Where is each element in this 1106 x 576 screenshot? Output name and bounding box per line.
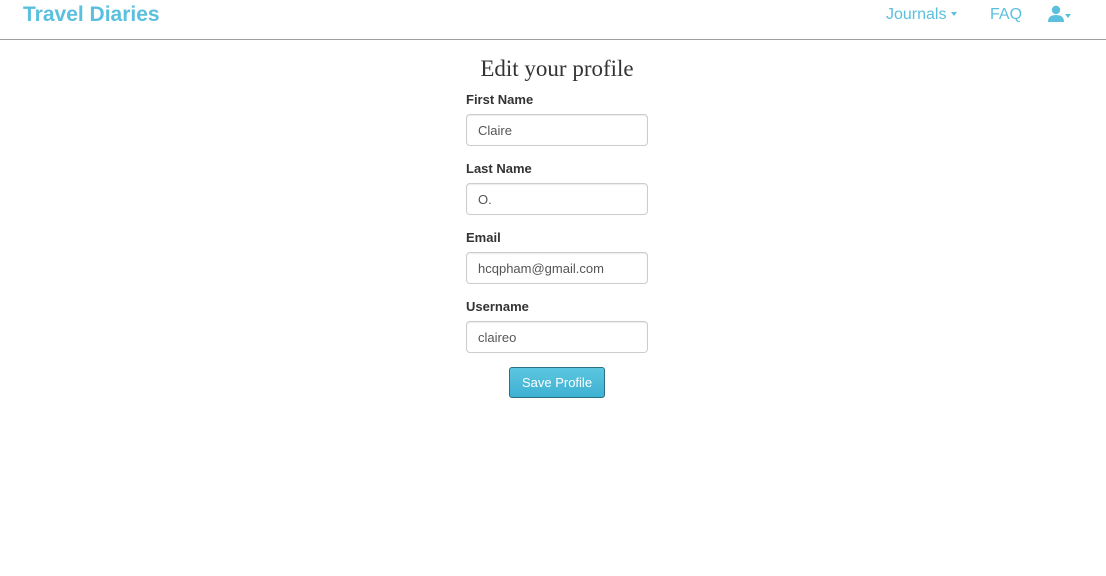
save-profile-button[interactable]: Save Profile <box>509 367 605 398</box>
journals-dropdown[interactable]: Journals <box>886 6 958 24</box>
user-menu-dropdown[interactable] <box>1047 5 1079 27</box>
top-navbar: Travel Diaries Journals FAQ <box>0 0 1106 40</box>
first-name-label: First Name <box>466 92 534 107</box>
email-input[interactable] <box>466 252 648 284</box>
username-input[interactable] <box>466 321 648 353</box>
first-name-input[interactable] <box>466 114 648 146</box>
email-label: Email <box>466 230 501 245</box>
last-name-input[interactable] <box>466 183 648 215</box>
username-label: Username <box>466 299 529 314</box>
user-icon <box>1048 5 1064 22</box>
journals-label: Journals <box>886 6 947 23</box>
last-name-label: Last Name <box>466 161 532 176</box>
faq-link[interactable]: FAQ <box>990 6 1022 24</box>
page-title: Edit your profile <box>480 56 634 81</box>
brand-logo-link[interactable]: Travel Diaries <box>23 3 160 27</box>
caret-down-icon <box>1065 14 1071 18</box>
caret-down-icon <box>951 11 958 16</box>
